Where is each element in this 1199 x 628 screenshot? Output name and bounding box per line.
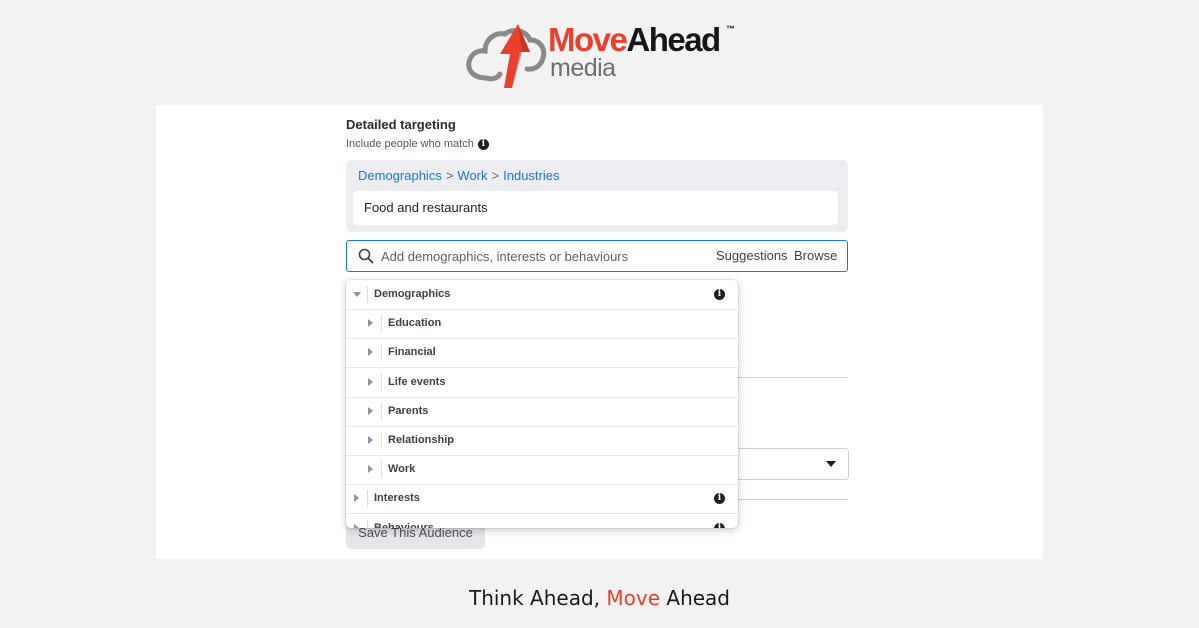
tree-item-label: Relationship: [388, 434, 455, 446]
browse-dropdown: Demographics i Education Financial Life even…: [346, 280, 738, 528]
section-subtitle: Include people who match i: [346, 138, 489, 150]
cloud-arrow-logo-icon: [466, 24, 547, 88]
caret-right-icon[interactable]: [368, 436, 373, 444]
background-divider: [736, 377, 848, 378]
caret-down-icon: [826, 461, 836, 467]
info-icon[interactable]: i: [714, 289, 725, 300]
tagline: Think Ahead, Move Ahead: [0, 586, 1199, 610]
targeting-search-bar[interactable]: Suggestions Browse: [346, 240, 848, 272]
tree-item-label: Behaviours: [374, 521, 434, 528]
suggestions-link[interactable]: Suggestions: [716, 248, 788, 263]
breadcrumb-separator: >: [445, 168, 454, 183]
tree-separator: [367, 286, 368, 303]
caret-right-icon[interactable]: [368, 348, 373, 357]
background-select[interactable]: [736, 448, 849, 480]
selected-targeting-box: Demographics > Work > Industries Food and re…: [346, 160, 848, 232]
breadcrumb-industries[interactable]: Industries: [503, 168, 559, 183]
tree-item-label: Work: [388, 463, 416, 476]
tree-separator: [367, 519, 368, 528]
selected-item-chip[interactable]: Food and restaurants: [353, 191, 838, 225]
targeting-panel: Detailed targeting Include people who ma…: [156, 105, 1043, 559]
tree-item-label: Interests: [374, 492, 420, 505]
background-divider: [736, 499, 848, 500]
tree-item-relationship[interactable]: Relationship: [346, 426, 738, 456]
tree-item-work[interactable]: Work: [346, 455, 738, 486]
tree-item-behaviours[interactable]: Behaviours i: [346, 514, 738, 528]
info-icon[interactable]: i: [714, 493, 725, 505]
tree-item-financial[interactable]: Financial: [346, 338, 738, 369]
breadcrumb: Demographics > Work > Industries: [358, 168, 560, 183]
tree-item-label: Financial: [388, 346, 436, 359]
info-icon[interactable]: i: [714, 522, 725, 528]
breadcrumb-separator: >: [491, 168, 500, 183]
tree-item-education[interactable]: Education: [346, 309, 738, 340]
tree-separator: [367, 490, 368, 508]
caret-right-icon[interactable]: [368, 319, 373, 328]
tagline-part2: Ahead: [660, 586, 731, 610]
search-icon: [358, 248, 374, 264]
caret-right-icon[interactable]: [354, 494, 359, 503]
targeting-search-input[interactable]: [381, 245, 711, 267]
logo-word-ahead: Ahead: [626, 21, 721, 58]
caret-right-icon[interactable]: [368, 465, 373, 474]
breadcrumb-work[interactable]: Work: [457, 168, 487, 183]
browse-link[interactable]: Browse: [794, 248, 837, 263]
logo-trademark: ™: [726, 24, 735, 34]
tree-item-label: Demographics: [374, 288, 451, 300]
section-title: Detailed targeting: [346, 117, 456, 132]
tagline-accent: Move: [606, 586, 661, 610]
move-ahead-media-logo: MoveAhead ™ media: [464, 18, 744, 90]
tree-item-life-events[interactable]: Life events: [346, 368, 738, 398]
tree-separator: [381, 461, 382, 479]
tree-item-label: Life events: [388, 375, 446, 388]
tree-item-interests[interactable]: Interests i: [346, 484, 738, 515]
info-icon[interactable]: i: [477, 138, 489, 150]
caret-right-icon[interactable]: [368, 377, 373, 386]
tree-separator: [381, 315, 382, 333]
tree-item-label: Education: [388, 317, 442, 330]
caret-down-icon[interactable]: [353, 292, 361, 297]
caret-right-icon[interactable]: [368, 406, 373, 415]
tree-item-parents[interactable]: Parents: [346, 397, 738, 427]
tree-separator: [381, 432, 382, 449]
logo-brand-name: MoveAhead: [548, 21, 721, 58]
section-subtitle-text: Include people who match: [346, 138, 474, 150]
tree-separator: [381, 402, 382, 420]
logo-subtitle: media: [550, 54, 616, 82]
tagline-part1: Think Ahead,: [468, 586, 607, 610]
tree-item-demographics[interactable]: Demographics i: [346, 280, 738, 310]
caret-right-icon[interactable]: [354, 523, 359, 528]
tree-item-label: Parents: [388, 404, 429, 417]
tree-separator: [381, 373, 382, 391]
logo-word-move: Move: [548, 21, 628, 58]
tree-separator: [381, 344, 382, 362]
breadcrumb-demographics[interactable]: Demographics: [358, 168, 442, 183]
